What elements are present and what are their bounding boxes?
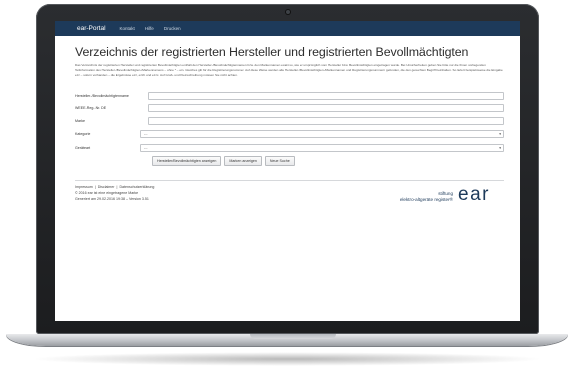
ear-logo: stiftung elektro-altgeräte register® ear: [400, 184, 490, 206]
chevron-down-icon: ▾: [499, 131, 501, 136]
form-row-device-type: Geräteart --- ▾: [75, 143, 504, 152]
brand-input[interactable]: [148, 116, 504, 125]
laptop-bezel: ear-Portal Kontakt Hilfe Drucken Verzeic…: [36, 4, 539, 334]
logo-text: stiftung elektro-altgeräte register®: [400, 191, 453, 203]
manufacturer-label: Hersteller-/Bevollmächtigtenname: [75, 93, 129, 98]
laptop-base: [6, 334, 568, 346]
form-row-weee: WEEE-Reg.-Nr. DE: [75, 104, 504, 113]
device-type-label: Geräteart: [75, 145, 91, 150]
device-type-select-value: ---: [144, 145, 148, 150]
chevron-down-icon: ▾: [499, 145, 501, 150]
page-content: Verzeichnis der registrierten Hersteller…: [55, 36, 520, 206]
page-title: Verzeichnis der registrierten Hersteller…: [75, 45, 469, 59]
generated-text: Generiert am 29.02.2016 19:38 – Version …: [75, 197, 149, 202]
new-search-button[interactable]: Neue Suche: [264, 156, 295, 167]
category-select-value: ---: [144, 131, 148, 136]
portal-brand-link[interactable]: ear-Portal: [77, 25, 106, 32]
laptop-shadow: [30, 352, 544, 366]
laptop-screen: ear-Portal Kontakt Hilfe Drucken Verzeic…: [55, 21, 520, 321]
footer-separator: |: [116, 185, 118, 190]
page-footer: Impressum | Disclaimer | Datenschutzerkl…: [75, 181, 504, 206]
form-row-category: Kategorie --- ▾: [75, 129, 504, 138]
show-brands-button[interactable]: Marken anzeigen: [224, 156, 262, 167]
impressum-link[interactable]: Impressum: [75, 185, 93, 189]
nav-link-drucken[interactable]: Drucken: [164, 26, 181, 31]
search-form: Hersteller-/Bevollmächtigtenname WEEE-Re…: [75, 91, 504, 167]
show-manufacturers-button[interactable]: Hersteller/Bevollmächtigten anzeigen: [152, 156, 222, 167]
category-select[interactable]: --- ▾: [140, 129, 504, 138]
form-row-brand: Marke: [75, 116, 504, 125]
camera-icon: [286, 10, 290, 14]
manufacturer-input[interactable]: [148, 91, 504, 100]
disclaimer-link[interactable]: Disclaimer: [98, 185, 115, 189]
portal-navbar: ear-Portal Kontakt Hilfe Drucken: [55, 21, 520, 36]
laptop-lid-notch: [250, 334, 336, 339]
nav-link-kontakt[interactable]: Kontakt: [120, 26, 135, 31]
brand-label: Marke: [75, 118, 85, 123]
form-buttons: Hersteller/Bevollmächtigten anzeigen Mar…: [152, 156, 504, 167]
footer-info: Impressum | Disclaimer | Datenschutzerkl…: [75, 184, 155, 202]
privacy-link[interactable]: Datenschutzerklärung: [119, 185, 154, 189]
weee-reg-input[interactable]: [148, 104, 504, 113]
logo-mark: ear: [458, 184, 490, 206]
nav-link-hilfe[interactable]: Hilfe: [145, 26, 154, 31]
footer-separator: |: [94, 185, 96, 190]
intro-text: Das Verzeichnis der registrierten Herste…: [75, 63, 503, 77]
category-label: Kategorie: [75, 131, 91, 136]
logo-line-2: elektro-altgeräte register®: [399, 197, 454, 203]
device-type-select[interactable]: --- ▾: [140, 143, 504, 152]
form-row-manufacturer: Hersteller-/Bevollmächtigtenname: [75, 91, 504, 100]
weee-label: WEEE-Reg.-Nr. DE: [75, 106, 107, 111]
